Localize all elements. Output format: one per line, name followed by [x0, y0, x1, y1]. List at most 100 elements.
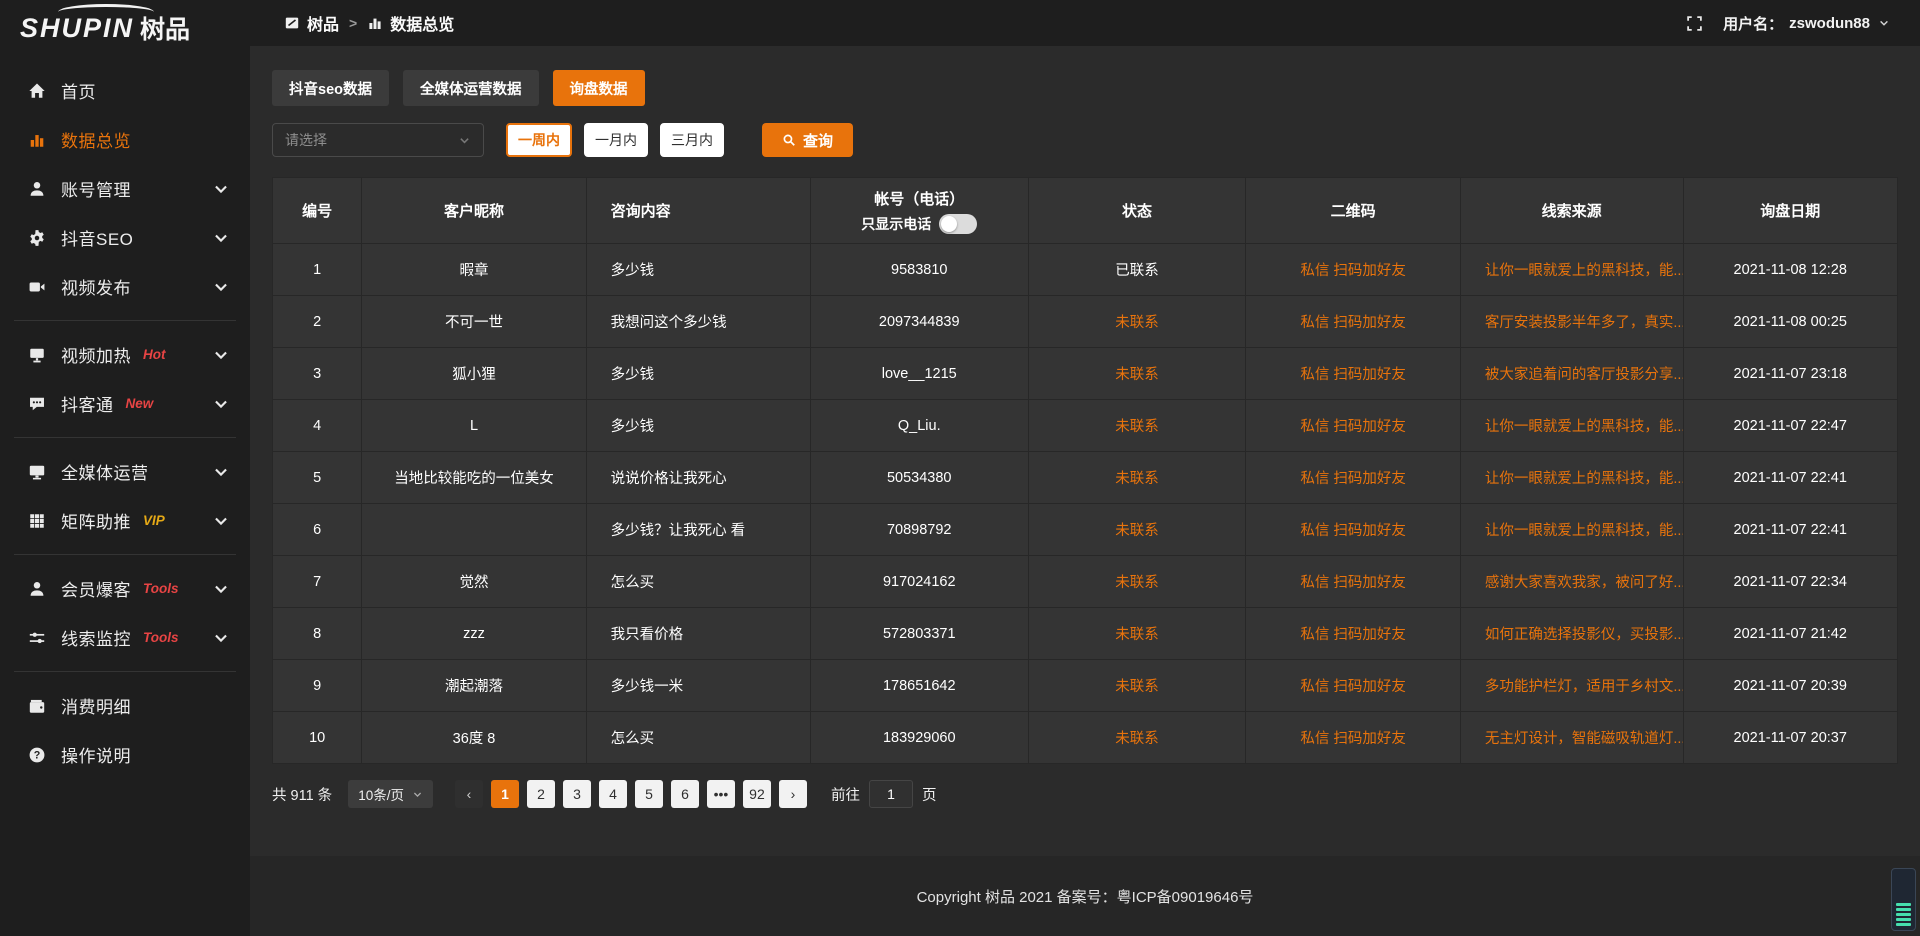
- cell-qrcode-link[interactable]: 私信 扫码加好友: [1246, 504, 1461, 556]
- range-button-1[interactable]: 一月内: [584, 123, 648, 157]
- breadcrumb-item[interactable]: 树品: [284, 11, 339, 35]
- page-button-1[interactable]: 1: [491, 780, 519, 808]
- sliders-icon: [28, 629, 46, 647]
- next-page-button[interactable]: ›: [779, 780, 807, 808]
- cell-qrcode-link[interactable]: 私信 扫码加好友: [1246, 244, 1461, 296]
- cell-source-link[interactable]: 感谢大家喜欢我家，被问了好...: [1460, 556, 1683, 608]
- tab-1[interactable]: 全媒体运营数据: [403, 70, 539, 106]
- monitor-icon: [28, 463, 46, 481]
- cell-date: 2021-11-08 00:25: [1683, 296, 1898, 348]
- sidebar-item-consumption-detail[interactable]: 消费明细: [0, 681, 250, 730]
- page-button-2[interactable]: 2: [527, 780, 555, 808]
- bar-chart-icon: [28, 131, 46, 149]
- sidebar-item-doukertong[interactable]: 抖客通New: [0, 379, 250, 428]
- cell-source-link[interactable]: 让你一眼就爱上的黑科技，能...: [1460, 504, 1683, 556]
- cell-qrcode-link[interactable]: 私信 扫码加好友: [1246, 452, 1461, 504]
- cell-qrcode-link[interactable]: 私信 扫码加好友: [1246, 296, 1461, 348]
- cell-qrcode-link[interactable]: 私信 扫码加好友: [1246, 556, 1461, 608]
- filter-select[interactable]: 请选择: [272, 123, 484, 157]
- inquiry-table: 编号 客户昵称 咨询内容 帐号（电话） 只显示电话 状态 二维码 线索来源 询盘…: [272, 177, 1898, 764]
- sidebar-item-home[interactable]: 首页: [0, 66, 250, 115]
- cell-source-link[interactable]: 被大家追着问的客厅投影分享...: [1460, 348, 1683, 400]
- grid-icon: [28, 512, 46, 530]
- app-icon: [284, 15, 300, 31]
- goto-label: 前往: [831, 784, 860, 805]
- cell-account: 2097344839: [810, 296, 1028, 348]
- chat-icon: [28, 395, 46, 413]
- cell-qrcode-link[interactable]: 私信 扫码加好友: [1246, 712, 1461, 764]
- chevron-down-icon: [458, 134, 471, 147]
- cell-source-link[interactable]: 让你一眼就爱上的黑科技，能...: [1460, 244, 1683, 296]
- cell-status: 已联系: [1028, 244, 1246, 296]
- cell-qrcode-link[interactable]: 私信 扫码加好友: [1246, 608, 1461, 660]
- question-icon: ?: [28, 746, 46, 764]
- video-icon: [28, 278, 46, 296]
- page-button-5[interactable]: 5: [635, 780, 663, 808]
- cell-source-link[interactable]: 多功能护栏灯，适用于乡村文...: [1460, 660, 1683, 712]
- col-account-label: 帐号（电话）: [811, 188, 1028, 209]
- range-button-2[interactable]: 三月内: [660, 123, 724, 157]
- cell-number: 3: [273, 348, 362, 400]
- phone-only-toggle[interactable]: [939, 214, 977, 234]
- sidebar-item-media-operation[interactable]: 全媒体运营: [0, 447, 250, 496]
- cell-nickname: 36度 8: [362, 712, 586, 764]
- page-size-select[interactable]: 10条/页: [348, 780, 433, 808]
- sidebar-item-instructions[interactable]: ?操作说明: [0, 730, 250, 779]
- sidebar-divider: [14, 320, 236, 321]
- cell-number: 9: [273, 660, 362, 712]
- wallet-icon: [28, 697, 46, 715]
- home-icon: [28, 82, 46, 100]
- sidebar-item-label: 会员爆客: [61, 576, 131, 601]
- page-button-3[interactable]: 3: [563, 780, 591, 808]
- sidebar-item-member-baoke[interactable]: 会员爆客Tools: [0, 564, 250, 613]
- cell-status: 未联系: [1028, 504, 1246, 556]
- goto-page-input[interactable]: [869, 780, 913, 808]
- sidebar-item-matrix-boost[interactable]: 矩阵助推VIP: [0, 496, 250, 545]
- cell-status: 未联系: [1028, 400, 1246, 452]
- cell-qrcode-link[interactable]: 私信 扫码加好友: [1246, 660, 1461, 712]
- cell-inquiry: 说说价格让我死心: [586, 452, 810, 504]
- range-button-0[interactable]: 一周内: [506, 123, 572, 157]
- cell-source-link[interactable]: 让你一眼就爱上的黑科技，能...: [1460, 400, 1683, 452]
- sidebar-badge-new: New: [126, 396, 154, 411]
- logo-arc-decoration: [58, 4, 154, 20]
- user-menu[interactable]: 用户名：zswodun88: [1723, 13, 1890, 34]
- breadcrumb-item[interactable]: 数据总览: [367, 11, 454, 35]
- cell-date: 2021-11-07 22:41: [1683, 504, 1898, 556]
- cell-number: 6: [273, 504, 362, 556]
- sidebar-item-label: 视频发布: [61, 274, 131, 299]
- page-ellipsis-button[interactable]: •••: [707, 780, 735, 808]
- cell-number: 1: [273, 244, 362, 296]
- cell-date: 2021-11-08 12:28: [1683, 244, 1898, 296]
- page-button-4[interactable]: 4: [599, 780, 627, 808]
- cell-source-link[interactable]: 让你一眼就爱上的黑科技，能...: [1460, 452, 1683, 504]
- cell-source-link[interactable]: 无主灯设计，智能磁吸轨道灯...: [1460, 712, 1683, 764]
- sidebar-item-data-overview[interactable]: 数据总览: [0, 115, 250, 164]
- topbar-right: 用户名：zswodun88: [1686, 13, 1890, 34]
- fullscreen-icon[interactable]: [1686, 15, 1703, 32]
- sidebar-item-video-heat[interactable]: 视频加热Hot: [0, 330, 250, 379]
- cell-source-link[interactable]: 如何正确选择投影仪，买投影...: [1460, 608, 1683, 660]
- cell-source-link[interactable]: 客厅安装投影半年多了，真实...: [1460, 296, 1683, 348]
- tab-0[interactable]: 抖音seo数据: [272, 70, 389, 106]
- cell-date: 2021-11-07 20:39: [1683, 660, 1898, 712]
- goto-unit: 页: [922, 784, 937, 805]
- chevron-down-icon: [1878, 17, 1890, 29]
- cell-qrcode-link[interactable]: 私信 扫码加好友: [1246, 348, 1461, 400]
- sidebar-badge-hot: Hot: [143, 347, 166, 362]
- cell-qrcode-link[interactable]: 私信 扫码加好友: [1246, 400, 1461, 452]
- sidebar-divider: [14, 437, 236, 438]
- sidebar-item-label: 全媒体运营: [61, 459, 149, 484]
- prev-page-button[interactable]: ‹: [455, 780, 483, 808]
- breadcrumb-label: 数据总览: [390, 11, 454, 35]
- sidebar-item-account-manage[interactable]: 账号管理: [0, 164, 250, 213]
- sidebar-item-label: 抖音SEO: [61, 225, 133, 250]
- page-button-92[interactable]: 92: [743, 780, 771, 808]
- sidebar-item-douyin-seo[interactable]: 抖音SEO: [0, 213, 250, 262]
- tab-2[interactable]: 询盘数据: [553, 70, 645, 106]
- sidebar-item-clue-monitor[interactable]: 线索监控Tools: [0, 613, 250, 662]
- page-button-6[interactable]: 6: [671, 780, 699, 808]
- bottom-right-widget[interactable]: [1891, 868, 1916, 931]
- sidebar-item-video-publish[interactable]: 视频发布: [0, 262, 250, 311]
- query-button[interactable]: 查询: [762, 123, 853, 157]
